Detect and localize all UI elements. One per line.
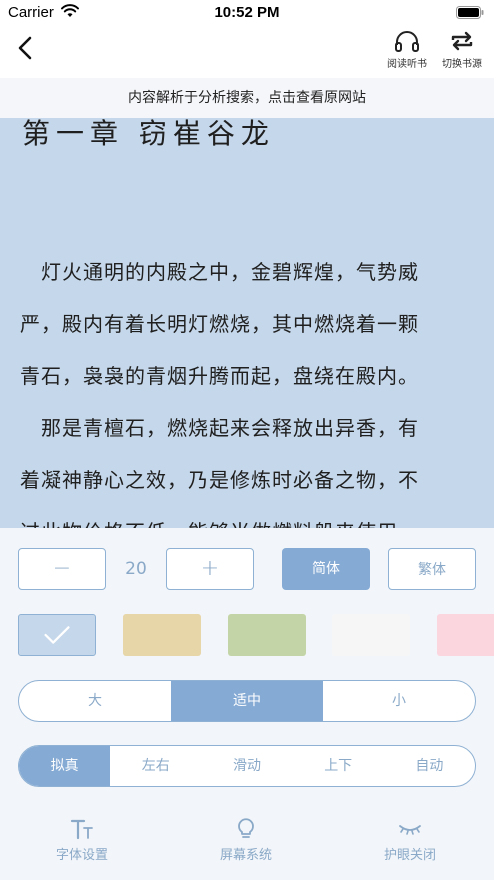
page-turn-selector: 拟真 左右 滑动 上下 自动 [18,745,476,787]
plus-icon: + [200,556,220,581]
line-spacing-option[interactable]: 适中 [171,681,323,721]
theme-swatch-blue[interactable] [18,614,96,656]
chapter-title: 第一章 窃崔谷龙 [22,118,275,150]
theme-swatch-parchment[interactable] [123,614,201,656]
font-increase-button[interactable]: + [166,548,254,590]
repeat-icon [451,31,473,51]
font-settings-label: 字体设置 [55,848,108,863]
theme-swatch-green[interactable] [228,614,306,656]
text-line: 过此物价格不低，能够当做燃料般来使用， [20,506,476,528]
headphones-icon [395,31,419,52]
text-line: 着凝神静心之效，乃是修炼时必备之物，不 [20,468,419,492]
lightbulb-icon [238,818,254,838]
settings-tabs: 字体设置 屏幕系统 护眼关闭 [0,810,494,880]
text-line: 灯火通明的内殿之中，金碧辉煌，气势威 [20,260,419,284]
source-notice[interactable]: 内容解析于分析搜索，点击查看原网站 [0,78,494,118]
eye-protection-label: 护眼关闭 [383,848,436,863]
clock: 10:52 PM [214,4,280,21]
text-line: 那是青檀石，燃烧起来会释放出异香，有 [20,416,419,440]
page-turn-option[interactable]: 拟真 [19,746,111,786]
theme-swatches [0,614,494,656]
line-spacing-option[interactable]: 大 [19,681,171,721]
font-size-icon [70,819,93,840]
nav-bar: 阅读听书 切换书源 [0,26,494,78]
page-turn-option[interactable]: 左右 [110,746,201,786]
chapter-text: 灯火通明的内殿之中，金碧辉煌，气势威 严，殿内有着长明灯燃烧，其中燃烧着一颗 青… [20,246,476,528]
theme-swatch-pink[interactable] [437,614,494,656]
page-turn-option[interactable]: 上下 [293,746,384,786]
text-line: 青石，袅袅的青烟升腾而起，盘绕在殿内。 [20,364,419,388]
screen-system-label: 屏幕系统 [219,848,272,863]
listen-button[interactable]: 阅读听书 [382,28,432,76]
closed-eye-icon [399,825,421,835]
font-size-value: 20 [125,559,147,579]
switch-source-button[interactable]: 切换书源 [437,28,487,76]
listen-label: 阅读听书 [387,59,427,70]
back-chevron-icon[interactable] [12,34,40,62]
page-turn-option[interactable]: 滑动 [201,746,292,786]
simplified-chinese-button[interactable]: 简体 [282,548,370,590]
font-decrease-button[interactable]: − [18,548,106,590]
checkmark-icon [44,626,70,644]
page-turn-option[interactable]: 自动 [384,746,475,786]
font-settings-tab[interactable]: 字体设置 [22,818,142,868]
font-size-row: − 20 + 简体 繁体 [18,548,476,590]
eye-protection-tab[interactable]: 护眼关闭 [350,818,470,868]
battery-icon [456,6,484,19]
minus-icon: − [52,556,72,581]
switch-source-label: 切换书源 [442,59,482,70]
traditional-chinese-button[interactable]: 繁体 [388,548,476,590]
text-line: 严，殿内有着长明灯燃烧，其中燃烧着一颗 [20,312,419,336]
line-spacing-option[interactable]: 小 [323,681,475,721]
reader-page[interactable]: 第一章 窃崔谷龙 灯火通明的内殿之中，金碧辉煌，气势威 严，殿内有着长明灯燃烧，… [0,118,494,528]
theme-swatch-white[interactable] [332,614,410,656]
status-bar: Carrier 10:52 PM [0,0,494,26]
reading-settings-panel: − 20 + 简体 繁体 大适中小 拟真 左右 滑动 上下 自动 字体设置 屏幕… [0,528,494,880]
line-spacing-selector: 大适中小 [18,680,476,722]
screen-system-tab[interactable]: 屏幕系统 [186,818,306,868]
